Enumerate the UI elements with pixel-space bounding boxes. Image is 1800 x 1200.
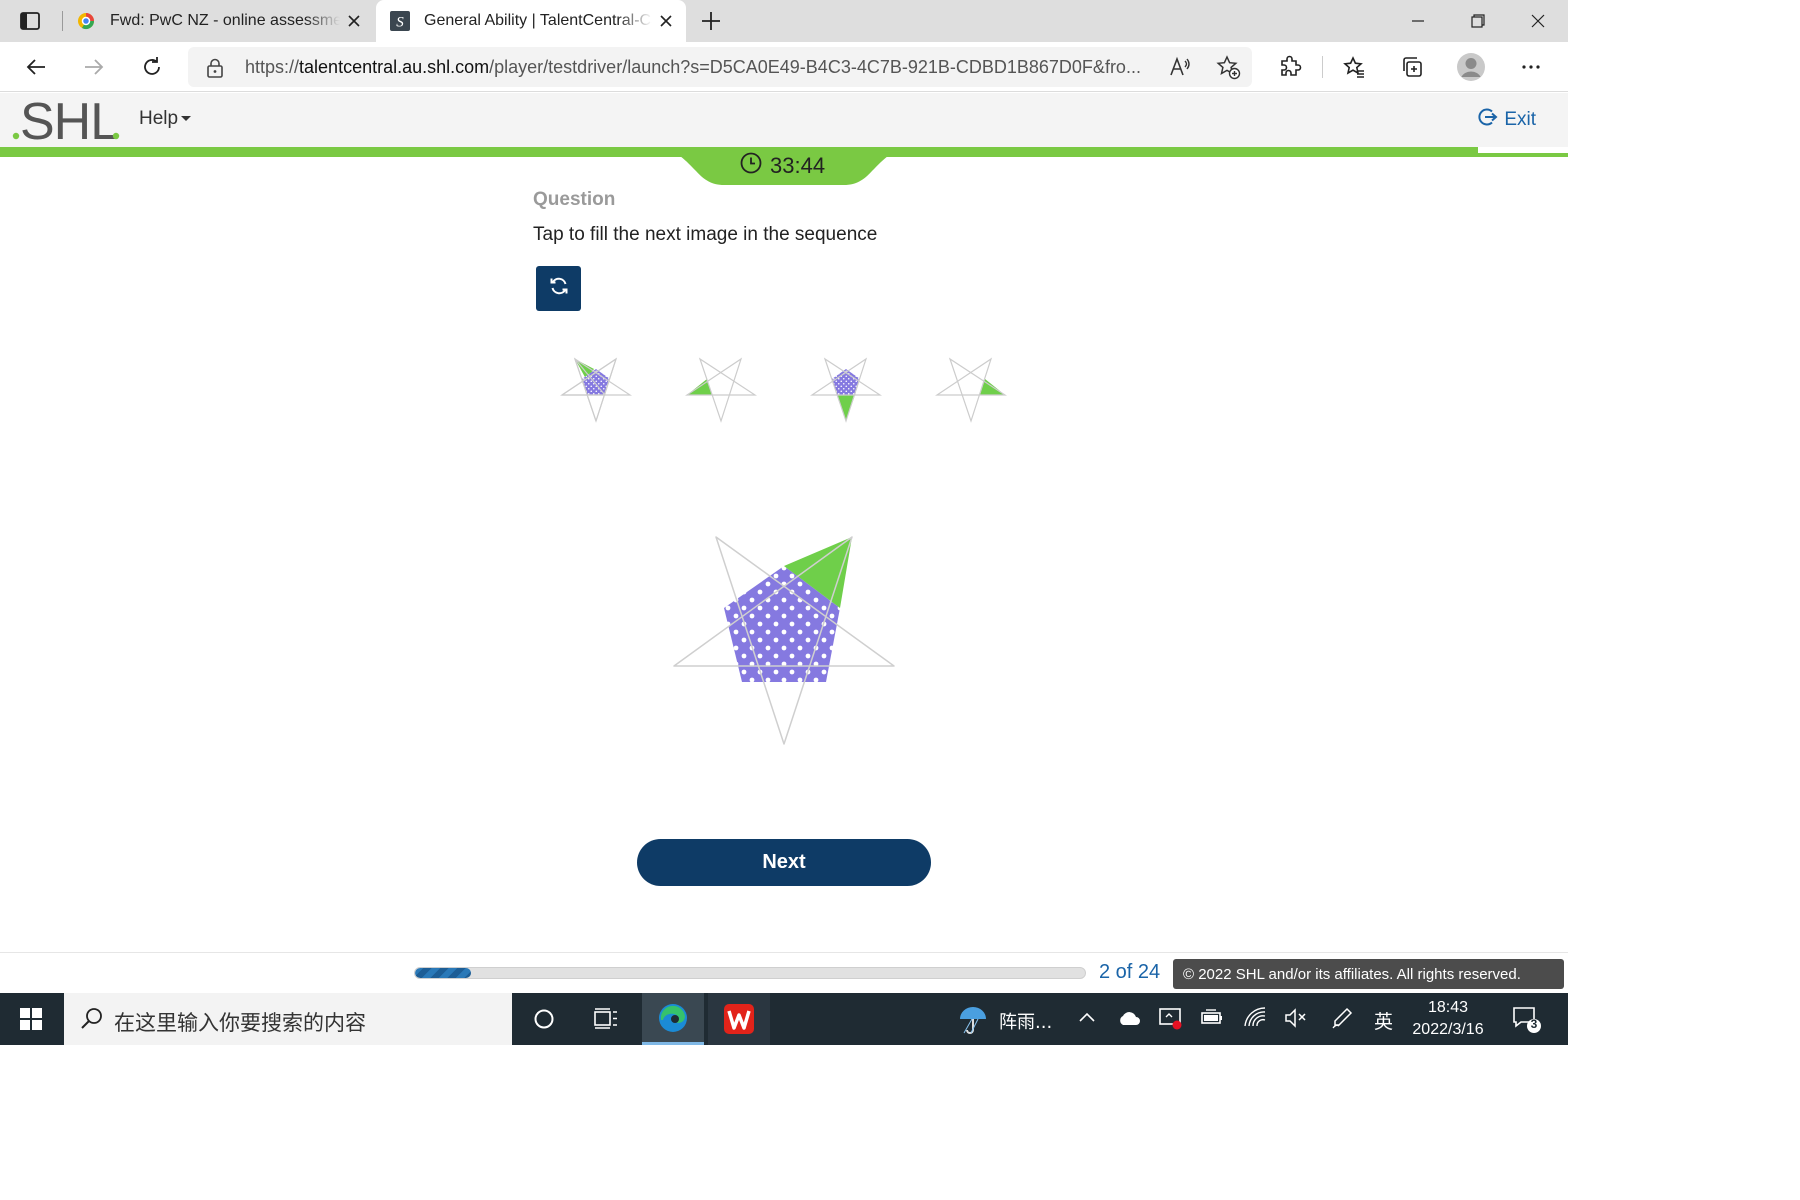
help-menu[interactable]: Help — [139, 108, 192, 130]
tab-title: General Ability | TalentCentral-Candidat… — [424, 12, 652, 29]
tab-actions-icon[interactable] — [18, 9, 42, 33]
system-clock[interactable]: 18:43 2022/3/16 — [1400, 997, 1496, 1041]
restore-icon[interactable] — [1448, 0, 1508, 42]
browser-tab-bar: Fwd: PwC NZ - online assessment S Genera… — [0, 0, 1568, 42]
notification-center-icon[interactable] — [1512, 1005, 1546, 1040]
shl-logo-graphic: SHL — [12, 93, 119, 151]
tab-title: Fwd: PwC NZ - online assessment — [110, 12, 340, 29]
battery-icon[interactable] — [1200, 1008, 1224, 1033]
favorites-icon[interactable] — [1340, 53, 1368, 81]
clock-time: 18:43 — [1427, 999, 1469, 1016]
app-header: SHL Help Exit — [0, 93, 1568, 151]
search-icon — [80, 1007, 104, 1036]
more-options-icon[interactable] — [1517, 53, 1545, 81]
weather-umbrella-icon[interactable] — [958, 1005, 988, 1040]
back-arrow-icon[interactable] — [22, 53, 50, 81]
remote-meeting-icon[interactable] — [1158, 1006, 1184, 1037]
refresh-icon[interactable] — [138, 53, 166, 81]
ime-indicator[interactable]: 英 — [1374, 1007, 1393, 1034]
close-tab-icon[interactable] — [340, 7, 368, 35]
profile-avatar-icon[interactable] — [1456, 52, 1486, 82]
close-window-icon[interactable] — [1508, 0, 1568, 42]
clock-icon — [740, 152, 762, 180]
collections-icon[interactable] — [1398, 53, 1426, 81]
notification-count: 3 — [1530, 1017, 1538, 1031]
browser-toolbar: https://talentcentral.au.shl.com/player/… — [0, 42, 1568, 92]
search-placeholder: 在这里输入你要搜索的内容 — [114, 1011, 366, 1035]
reset-icon — [548, 275, 570, 302]
close-tab-icon[interactable] — [652, 7, 680, 35]
exit-button[interactable]: Exit — [1478, 107, 1536, 133]
extensions-icon[interactable] — [1276, 53, 1304, 81]
next-button[interactable]: Next — [637, 839, 931, 886]
url-text: https://talentcentral.au.shl.com/player/… — [245, 57, 1141, 77]
read-aloud-icon[interactable] — [1166, 53, 1194, 81]
onedrive-cloud-icon[interactable] — [1117, 1009, 1141, 1032]
sequence-image-1[interactable] — [560, 355, 632, 427]
progress-fill — [415, 968, 471, 978]
test-footer: 2 of 24 © 2022 SHL and/or its affiliates… — [0, 952, 1568, 993]
mail-app-icon — [76, 11, 96, 31]
add-favorite-icon[interactable] — [1214, 53, 1242, 81]
caret-down-icon — [181, 116, 192, 122]
timer-value: 33:44 — [770, 153, 826, 178]
new-tab-plus-icon[interactable] — [698, 8, 724, 34]
toolbar-divider — [1322, 56, 1323, 78]
edge-browser-icon[interactable] — [642, 993, 704, 1045]
question-prompt: Tap to fill the next image in the sequen… — [533, 224, 878, 245]
task-view-icon[interactable] — [575, 993, 637, 1045]
sequence-image-3[interactable] — [810, 355, 882, 427]
volume-muted-icon[interactable] — [1284, 1007, 1308, 1034]
tab-general-ability[interactable]: S General Ability | TalentCentral-Candid… — [376, 0, 686, 42]
timer: 33:44 — [740, 152, 825, 180]
pen-ink-icon[interactable] — [1330, 1006, 1354, 1035]
sequence-image-4[interactable] — [935, 355, 1007, 427]
answer-figure[interactable] — [668, 532, 900, 750]
reset-button[interactable] — [536, 266, 581, 311]
sequence-image-2[interactable] — [685, 355, 757, 427]
exit-icon — [1478, 107, 1498, 133]
address-bar[interactable]: https://talentcentral.au.shl.com/player/… — [188, 47, 1252, 87]
chevron-up-icon[interactable] — [1078, 1009, 1096, 1032]
tab-pwc-email[interactable]: Fwd: PwC NZ - online assessment — [62, 0, 374, 42]
svg-text:SHL: SHL — [20, 95, 118, 145]
shl-s-icon: S — [390, 11, 410, 31]
wps-office-icon[interactable] — [708, 993, 770, 1045]
svg-text:S: S — [396, 15, 404, 31]
windows-taskbar: 在这里输入你要搜索的内容 阵雨... 英 18:43 2022/3/16 3 — [0, 993, 1568, 1045]
copyright-notice: © 2022 SHL and/or its affiliates. All ri… — [1173, 959, 1564, 989]
question-label: Question — [533, 189, 616, 210]
minimize-icon[interactable] — [1388, 0, 1448, 42]
windows-start-icon[interactable] — [0, 993, 62, 1045]
lock-icon — [206, 58, 224, 83]
taskbar-search[interactable]: 在这里输入你要搜索的内容 — [64, 993, 512, 1045]
clock-date: 2022/3/16 — [1412, 1021, 1484, 1038]
progress-bar — [414, 967, 1086, 979]
progress-label: 2 of 24 — [1099, 961, 1161, 983]
weather-text[interactable]: 阵雨... — [999, 1008, 1052, 1034]
forward-arrow-icon[interactable] — [80, 53, 108, 81]
wifi-icon[interactable] — [1243, 1006, 1269, 1035]
cortana-icon[interactable] — [513, 993, 575, 1045]
